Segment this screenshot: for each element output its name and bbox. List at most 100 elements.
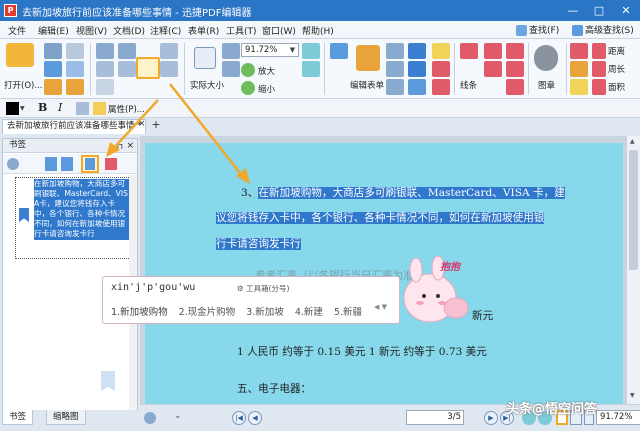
- object-tool-icon[interactable]: [160, 43, 178, 59]
- tab-close-icon[interactable]: ×: [138, 119, 146, 129]
- lines-label[interactable]: 线条: [460, 79, 477, 91]
- paragraph-line[interactable]: 行卡请咨询发卡行: [216, 236, 301, 251]
- callout-icon[interactable]: [408, 79, 426, 95]
- maximize-button[interactable]: □: [586, 0, 612, 21]
- open-button-label[interactable]: 打开(O)...: [4, 79, 42, 91]
- open-folder-icon[interactable]: [6, 43, 34, 67]
- snapshot-icon[interactable]: [96, 61, 114, 77]
- area-icon[interactable]: [592, 79, 606, 95]
- menu-file[interactable]: 文件: [8, 24, 26, 37]
- line-tool-icon[interactable]: [460, 43, 478, 59]
- ime-toolbox[interactable]: ⚙ 工具箱(分号): [237, 283, 289, 294]
- prev-page-button[interactable]: ◀: [248, 411, 262, 425]
- close-panel-icon[interactable]: ×: [126, 140, 134, 153]
- first-page-button[interactable]: |◀: [232, 411, 246, 425]
- bookmark-label[interactable]: 在新加坡购物，大商店多可刷银联、MasterCard、VISA卡，建议您将钱存入…: [34, 179, 130, 240]
- zoom-level-input[interactable]: 91.72%: [596, 410, 640, 425]
- list-field-icon[interactable]: [386, 79, 404, 95]
- ime-candidate[interactable]: 3.新加坡: [246, 307, 284, 318]
- bookmark-item[interactable]: 在新加坡购物，大商店多可刷银联、MasterCard、VISA卡，建议您将钱存入…: [15, 177, 133, 259]
- attach-icon[interactable]: [432, 61, 450, 77]
- paragraph-line[interactable]: 3、在新加坡购物，大商店多可刷银联、MasterCard、VISA 卡，建: [241, 185, 565, 200]
- page-number-input[interactable]: 3/5: [406, 410, 464, 425]
- arrow-tool-icon[interactable]: [484, 43, 502, 59]
- link-tool-icon[interactable]: [160, 61, 178, 77]
- scan-icon[interactable]: [66, 61, 84, 77]
- typewriter-icon[interactable]: [408, 43, 426, 59]
- actual-size-label[interactable]: 实际大小: [190, 79, 224, 91]
- menu-comment[interactable]: 注释(C): [150, 24, 181, 37]
- ime-candidate[interactable]: 2.现金片购物: [179, 307, 236, 318]
- crop-icon[interactable]: [96, 79, 114, 95]
- italic-button[interactable]: I: [58, 101, 62, 114]
- edit-form-icon[interactable]: [356, 45, 380, 71]
- paragraph-line[interactable]: 新元: [472, 308, 493, 323]
- tab-thumbnails[interactable]: 缩略图: [46, 410, 86, 425]
- actual-size-icon[interactable]: [194, 47, 216, 69]
- save-icon[interactable]: [44, 43, 62, 59]
- print-icon[interactable]: [66, 43, 84, 59]
- form-field-icon[interactable]: [330, 43, 348, 59]
- color-swatch[interactable]: [6, 102, 19, 115]
- ime-candidate[interactable]: 1.新加坡购物: [111, 307, 168, 318]
- zoom-out-label[interactable]: 缩小: [258, 83, 275, 95]
- menu-window[interactable]: 窗口(W): [262, 24, 296, 37]
- undo-icon[interactable]: [44, 79, 62, 95]
- properties-button[interactable]: 属性(P)...: [108, 103, 145, 115]
- hand-tool-icon[interactable]: [96, 43, 114, 59]
- zoom-out-icon[interactable]: [241, 81, 255, 95]
- perimeter-icon[interactable]: [592, 61, 606, 77]
- cloud-tool-icon[interactable]: [506, 79, 524, 95]
- redo-icon[interactable]: [66, 79, 84, 95]
- sound-icon[interactable]: [432, 79, 450, 95]
- distance-label[interactable]: 距离: [608, 45, 625, 57]
- email-icon[interactable]: [44, 61, 62, 77]
- ime-candidate[interactable]: 5.新疆: [334, 307, 362, 318]
- pdf-page[interactable]: 3、在新加坡购物，大商店多可刷银联、MasterCard、VISA 卡，建 议您…: [145, 143, 623, 404]
- stamp-label[interactable]: 图章: [538, 79, 555, 91]
- fit-page-icon[interactable]: [222, 43, 240, 59]
- add-bookmark-button[interactable]: [81, 155, 99, 173]
- stamp-icon[interactable]: [534, 45, 558, 71]
- chevron-down-icon[interactable]: ▼: [20, 105, 25, 112]
- advanced-find-button[interactable]: 高级查找(S): [572, 23, 634, 36]
- zoom-in-label[interactable]: 放大: [258, 65, 275, 77]
- document-scrollbar[interactable]: ▲ ▼: [626, 136, 640, 404]
- document-viewport[interactable]: 3、在新加坡购物，大商店多可刷银联、MasterCard、VISA 卡，建 议您…: [140, 136, 640, 404]
- tab-bookmarks[interactable]: 书签: [2, 410, 34, 425]
- zoom-in-icon[interactable]: [241, 63, 255, 77]
- area-label[interactable]: 面积: [608, 81, 625, 93]
- textbox-icon[interactable]: [408, 61, 426, 77]
- note-icon[interactable]: [432, 43, 450, 59]
- collapse-bookmark-icon[interactable]: [61, 157, 73, 171]
- expand-bookmark-icon[interactable]: [45, 157, 57, 171]
- bold-button[interactable]: B: [38, 101, 47, 114]
- menu-view[interactable]: 视图(V): [76, 24, 107, 37]
- document-tab[interactable]: 去新加坡旅行前应该准备哪些事情 *: [2, 119, 146, 134]
- paragraph-line[interactable]: 议您将钱存入卡中，各个银行、各种卡情况不同，如何在新加坡使用银: [216, 210, 545, 225]
- edit-text-icon[interactable]: [136, 57, 160, 79]
- menu-form[interactable]: 表单(R): [188, 24, 219, 37]
- ellipse-tool-icon[interactable]: [506, 43, 524, 59]
- prev-view-icon[interactable]: [302, 61, 320, 77]
- find-button[interactable]: 查找(F): [516, 23, 559, 36]
- paragraph-line[interactable]: 五、电子电器：: [237, 381, 311, 396]
- distance-icon[interactable]: [592, 43, 606, 59]
- chevron-down-icon[interactable]: ⌄: [174, 411, 182, 421]
- select-tool-icon[interactable]: [118, 43, 136, 59]
- loupe-icon[interactable]: [118, 61, 136, 77]
- scroll-up-icon[interactable]: ▲: [630, 138, 635, 145]
- ime-page-arrows[interactable]: ◀ ▼: [374, 303, 387, 311]
- delete-bookmark-icon[interactable]: [105, 158, 117, 170]
- scroll-thumb[interactable]: [629, 150, 638, 270]
- next-page-button[interactable]: ▶: [484, 411, 498, 425]
- minimize-button[interactable]: —: [560, 0, 586, 21]
- checkbox-field-icon[interactable]: [386, 61, 404, 77]
- paragraph-line[interactable]: 1 人民币 约等于 0.15 美元 1 新元 约等于 0.73 美元: [237, 344, 487, 359]
- polygon-tool-icon[interactable]: [506, 61, 524, 77]
- ime-candidate[interactable]: 4.新建: [295, 307, 323, 318]
- menu-edit[interactable]: 编辑(E): [38, 24, 69, 37]
- zoom-input[interactable]: 91.72% ▼: [241, 43, 299, 57]
- rectangle-tool-icon[interactable]: [484, 61, 502, 77]
- eraser-icon[interactable]: [570, 61, 588, 77]
